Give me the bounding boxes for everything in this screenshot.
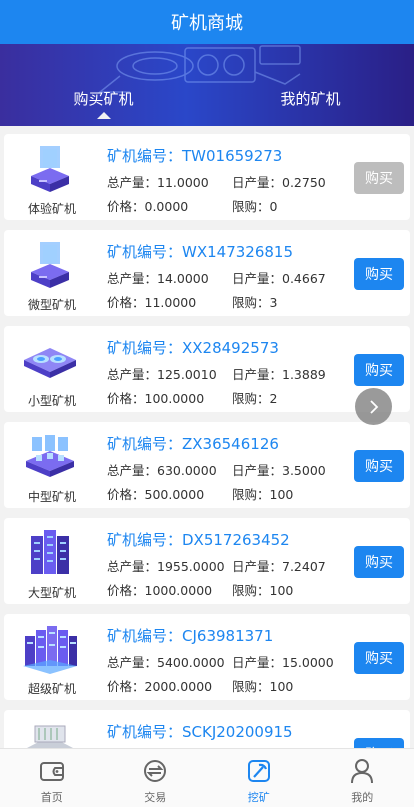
miner-total: 总产量：14.0000: [107, 271, 209, 286]
miner-limit: 限购：100: [232, 487, 294, 502]
miner-id: 矿机编号：WX147326815: [107, 243, 293, 261]
miner-daily: 日产量：0.2750: [232, 175, 326, 190]
next-arrow-button[interactable]: [355, 388, 392, 425]
mining-icon: [247, 760, 270, 782]
nav-mining-label: 挖矿: [247, 791, 270, 804]
nav-trade-label: 交易: [144, 791, 167, 804]
miner-list: 体验矿机 矿机编号：TW01659273 总产量：11.0000 日产量：0.2…: [0, 126, 414, 748]
miner-price: 价格：500.0000: [107, 487, 205, 502]
miner-price: 价格：1000.0000: [107, 583, 213, 598]
large-miner-icon: [14, 526, 86, 582]
top-bar: 矿机商城: [0, 0, 414, 44]
miner-type: 小型矿机: [27, 394, 76, 408]
chevron-right-icon: [369, 399, 378, 414]
miner-type: 超级矿机: [27, 682, 76, 696]
buy-button[interactable]: 购买: [354, 546, 404, 578]
miner-id: 矿机编号：TW01659273: [107, 147, 283, 165]
miner-type: 体验矿机: [27, 202, 76, 216]
partial-miner-icon: [14, 718, 86, 748]
miner-price: 价格：100.0000: [107, 391, 205, 406]
miner-daily: 日产量：15.0000: [232, 655, 334, 670]
nav-mine-label: 我的: [351, 791, 374, 804]
miner-limit: 限购：3: [232, 295, 278, 310]
miner-daily: 日产量：3.5000: [232, 463, 326, 478]
buy-button[interactable]: 购买: [354, 450, 404, 482]
miner-card: 中型矿机 矿机编号：ZX36546126 总产量：630.0000 日产量：3.…: [4, 422, 410, 508]
miner-daily: 日产量：0.4667: [232, 271, 326, 286]
miner-daily: 日产量：1.3889: [232, 367, 326, 382]
miner-type: 大型矿机: [27, 586, 76, 600]
buy-button[interactable]: 购买: [354, 162, 404, 194]
user-icon: [351, 759, 374, 784]
miner-price: 价格：11.0000: [107, 295, 197, 310]
miner-card: 大型矿机 矿机编号：DX517263452 总产量：1955.0000 日产量：…: [4, 518, 410, 604]
micro-miner-icon: [14, 238, 86, 294]
miner-limit: 限购：100: [232, 679, 294, 694]
tab-buy-label: 购买矿机: [73, 89, 134, 108]
miner-id: 矿机编号：XX28492573: [107, 339, 279, 357]
miner-price: 价格：2000.0000: [107, 679, 213, 694]
miner-price: 价格：0.0000: [107, 199, 189, 214]
miner-id: 矿机编号：ZX36546126: [107, 435, 279, 453]
miner-total: 总产量：5400.0000: [107, 655, 225, 670]
miner-id: 矿机编号：CJ63981371: [107, 627, 274, 645]
tab-buy-miner[interactable]: 购买矿机: [0, 78, 207, 118]
buy-button[interactable]: 购买: [354, 642, 404, 674]
nav-home-label: 首页: [40, 791, 63, 804]
nav-mining[interactable]: 挖矿: [207, 749, 311, 807]
miner-daily: 日产量：7.2407: [232, 559, 326, 574]
miner-limit: 限购：2: [232, 391, 278, 406]
miner-total: 总产量：630.0000: [107, 463, 217, 478]
medium-miner-icon: [14, 430, 86, 486]
wallet-icon: [39, 762, 64, 781]
buy-button[interactable]: 购买: [354, 738, 404, 748]
experience-miner-icon: [14, 142, 86, 198]
miner-id: 矿机编号：DX517263452: [107, 531, 290, 549]
nav-mine[interactable]: 我的: [311, 749, 414, 807]
miner-card: 矿机编号：SCKJ20200915 购买: [4, 710, 410, 748]
tab-my-miner[interactable]: 我的矿机: [207, 78, 414, 118]
miner-card: 小型矿机 矿机编号：XX28492573 总产量：125.0010 日产量：1.…: [4, 326, 410, 412]
miner-card: 体验矿机 矿机编号：TW01659273 总产量：11.0000 日产量：0.2…: [4, 134, 410, 220]
miner-total: 总产量：125.0010: [107, 367, 217, 382]
miner-total: 总产量：1955.0000: [107, 559, 225, 574]
buy-button[interactable]: 购买: [354, 258, 404, 290]
banner: 购买矿机 我的矿机: [0, 44, 414, 126]
miner-id: 矿机编号：SCKJ20200915: [107, 723, 293, 741]
page-title: 矿机商城: [171, 13, 243, 34]
miner-card: 超级矿机 矿机编号：CJ63981371 总产量：5400.0000 日产量：1…: [4, 614, 410, 700]
miner-limit: 限购：0: [232, 199, 278, 214]
tab-bar: 购买矿机 我的矿机: [0, 78, 414, 118]
nav-home[interactable]: 首页: [0, 749, 104, 807]
buy-button[interactable]: 购买: [354, 354, 404, 386]
app-root: 矿机商城 购买矿机 我的矿机 体验矿机 矿机编号：TW01659273 总产量：…: [0, 0, 414, 807]
miner-limit: 限购：100: [232, 583, 294, 598]
nav-trade[interactable]: 交易: [104, 749, 208, 807]
bottom-nav: 首页 交易 挖矿 我的: [0, 748, 414, 807]
miner-type: 微型矿机: [27, 298, 76, 312]
tab-my-label: 我的矿机: [280, 89, 341, 108]
small-miner-icon: [14, 334, 86, 390]
exchange-icon: [144, 760, 167, 782]
miner-total: 总产量：11.0000: [107, 175, 209, 190]
miner-card: 微型矿机 矿机编号：WX147326815 总产量：14.0000 日产量：0.…: [4, 230, 410, 316]
super-miner-icon: [14, 622, 86, 678]
miner-type: 中型矿机: [27, 490, 76, 504]
